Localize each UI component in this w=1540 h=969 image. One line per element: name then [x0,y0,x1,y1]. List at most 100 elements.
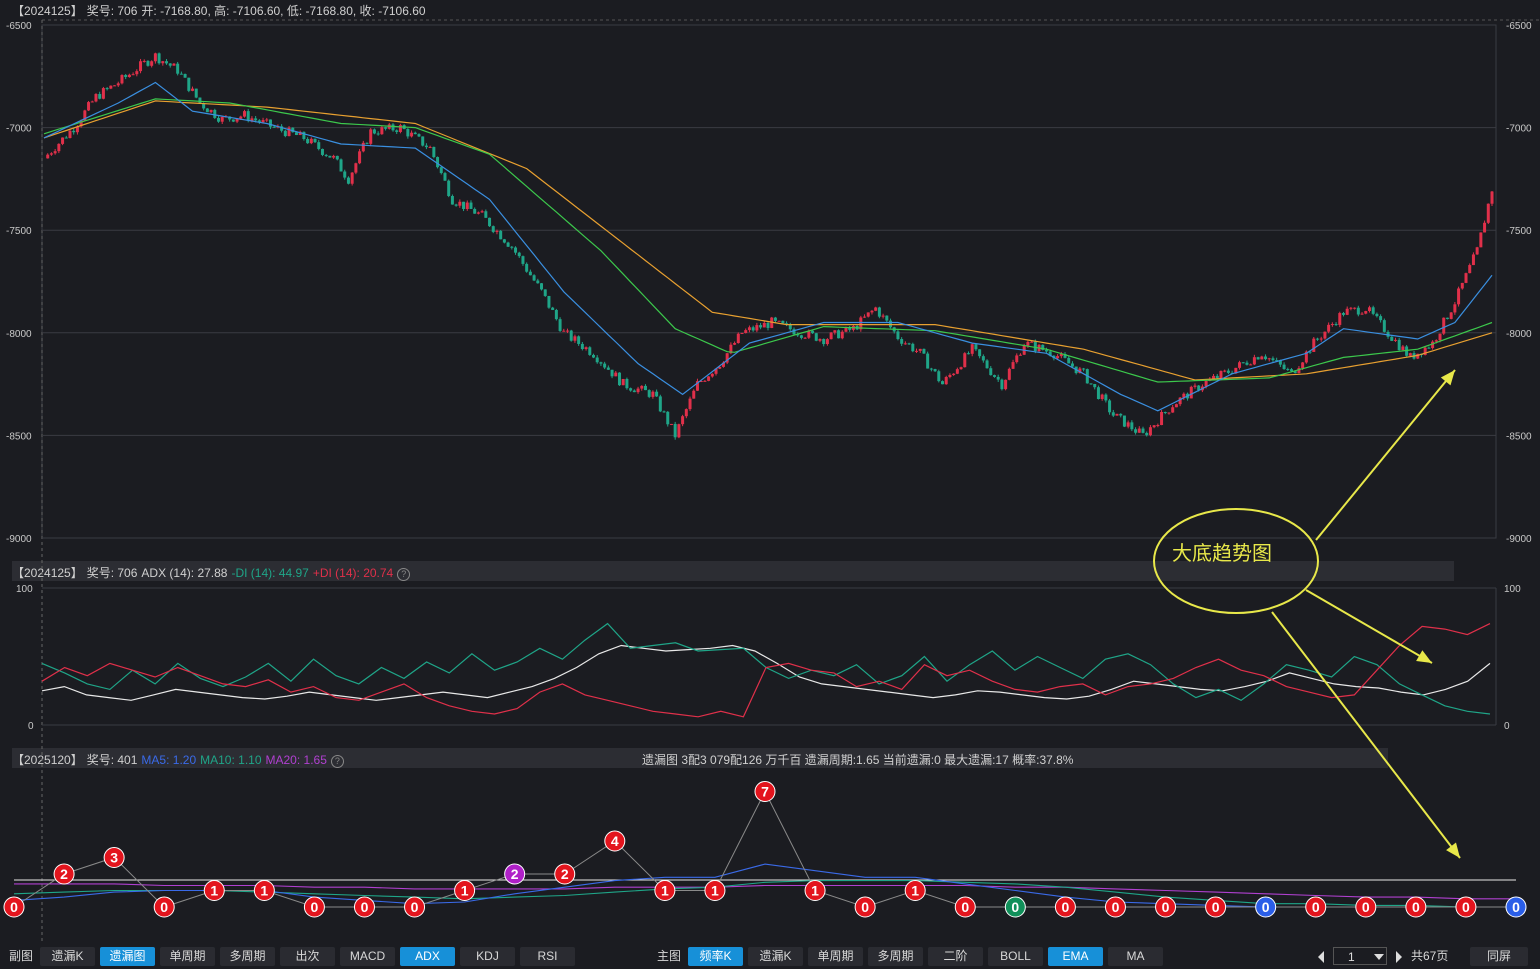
annotation-arrow-adx-head [1416,650,1432,663]
candle-body [1483,222,1487,233]
omission-point-label: 1 [711,883,719,899]
candle-body [955,369,959,374]
sub-adx-button[interactable]: ADX [400,947,455,966]
candle-body [46,154,50,159]
main-freq-k-button[interactable]: 频率K [688,947,743,966]
annotation-arrow-adx [1305,589,1433,664]
candle-body [1338,313,1342,325]
sub-single-period-button[interactable]: 单周期 [160,947,215,966]
candle-body [759,325,763,328]
candle-body [1271,358,1275,361]
main-multi-period-button[interactable]: 多周期 [868,947,923,966]
candle-body [948,374,952,378]
candle-body [647,390,651,397]
candle-body [191,88,195,91]
next-page-icon[interactable] [1396,951,1402,963]
candle-body [532,275,536,281]
omission-point-label: 1 [260,883,268,899]
sub-rsi-button[interactable]: RSI [520,947,575,966]
adx-ytick-left: 100 [16,584,33,595]
candle-body [1018,354,1022,356]
candle-body [1349,307,1353,309]
candle-body [558,319,562,331]
candle-body [744,330,748,333]
candle-body [1004,379,1008,390]
chevron-down-icon[interactable] [1374,954,1384,960]
candle-body [1137,428,1141,433]
sub-out-count-button[interactable]: 出次 [280,947,335,966]
candle-body [1082,368,1086,370]
main-ema-button[interactable]: EMA [1048,947,1103,966]
candle-body [146,60,150,66]
candle-body [1260,356,1264,360]
candle-body [1100,394,1104,400]
omission-point-label: 2 [511,866,519,882]
fullscreen-button[interactable]: 同屏 [1470,947,1528,966]
prev-page-icon[interactable] [1318,951,1324,963]
sub-multi-period-button[interactable]: 多周期 [220,947,275,966]
candle-body [179,73,183,75]
ma-green-line [43,98,1493,383]
candle-body [1312,338,1316,352]
candle-body [57,143,61,152]
candle-body [473,208,477,214]
candle-body [1163,411,1167,413]
candle-body [64,137,68,139]
candle-body [866,312,870,317]
candle-body [707,376,711,381]
main-boll-button[interactable]: BOLL [988,947,1043,966]
candle-body [870,310,874,313]
candle-body [992,375,996,377]
candle-body [1096,387,1100,400]
main-ma-button[interactable]: MA [1108,947,1163,966]
sub-macd-button[interactable]: MACD [340,947,395,966]
candle-body [220,116,224,122]
sub-omit-k-button[interactable]: 遗漏K [40,947,95,966]
main-second-order-button[interactable]: 二阶 [928,947,983,966]
candle-body [1434,340,1438,342]
sub-omit-chart-button[interactable]: 遗漏图 [100,947,155,966]
candle-body [1375,313,1379,317]
candle-body [153,53,157,62]
candle-body [1290,369,1294,372]
candle-body [710,373,714,377]
candle-body [1460,282,1464,289]
sub-kdj-button[interactable]: KDJ [460,947,515,966]
candle-body [116,83,120,86]
candle-body [1122,415,1126,427]
candle-body [681,416,685,425]
candle-body [1044,349,1048,352]
main-omit-k-button[interactable]: 遗漏K [748,947,803,966]
candle-body [488,217,492,227]
candle-body [53,151,57,154]
candle-body [599,362,603,364]
candle-body [514,247,518,253]
candle-body [294,132,298,136]
main-ytick-left: -8500 [6,431,32,442]
candle-body [922,348,926,354]
omission-point-label: 1 [210,883,218,899]
candle-body [762,322,766,328]
candle-body [194,88,198,98]
candle-body [346,177,350,184]
candle-body [1490,191,1494,204]
candle-body [90,101,94,103]
sub-chart-label: 副图 [9,949,34,963]
candle-body [1267,358,1271,360]
candle-body [428,146,432,148]
candle-body [176,63,180,74]
candle-body [450,195,454,205]
candle-body [458,201,462,206]
candle-body [543,289,547,296]
candle-body [1453,304,1457,313]
main-single-period-button[interactable]: 单周期 [808,947,863,966]
candle-body [358,151,362,164]
candle-body [1282,364,1286,370]
omission-point-label: 2 [60,866,68,882]
candle-body [354,163,358,173]
candle-body [621,378,625,386]
candle-body [1007,368,1011,380]
omission-point-label: 2 [561,866,569,882]
candle-body [350,172,354,184]
candle-body [1341,313,1345,315]
